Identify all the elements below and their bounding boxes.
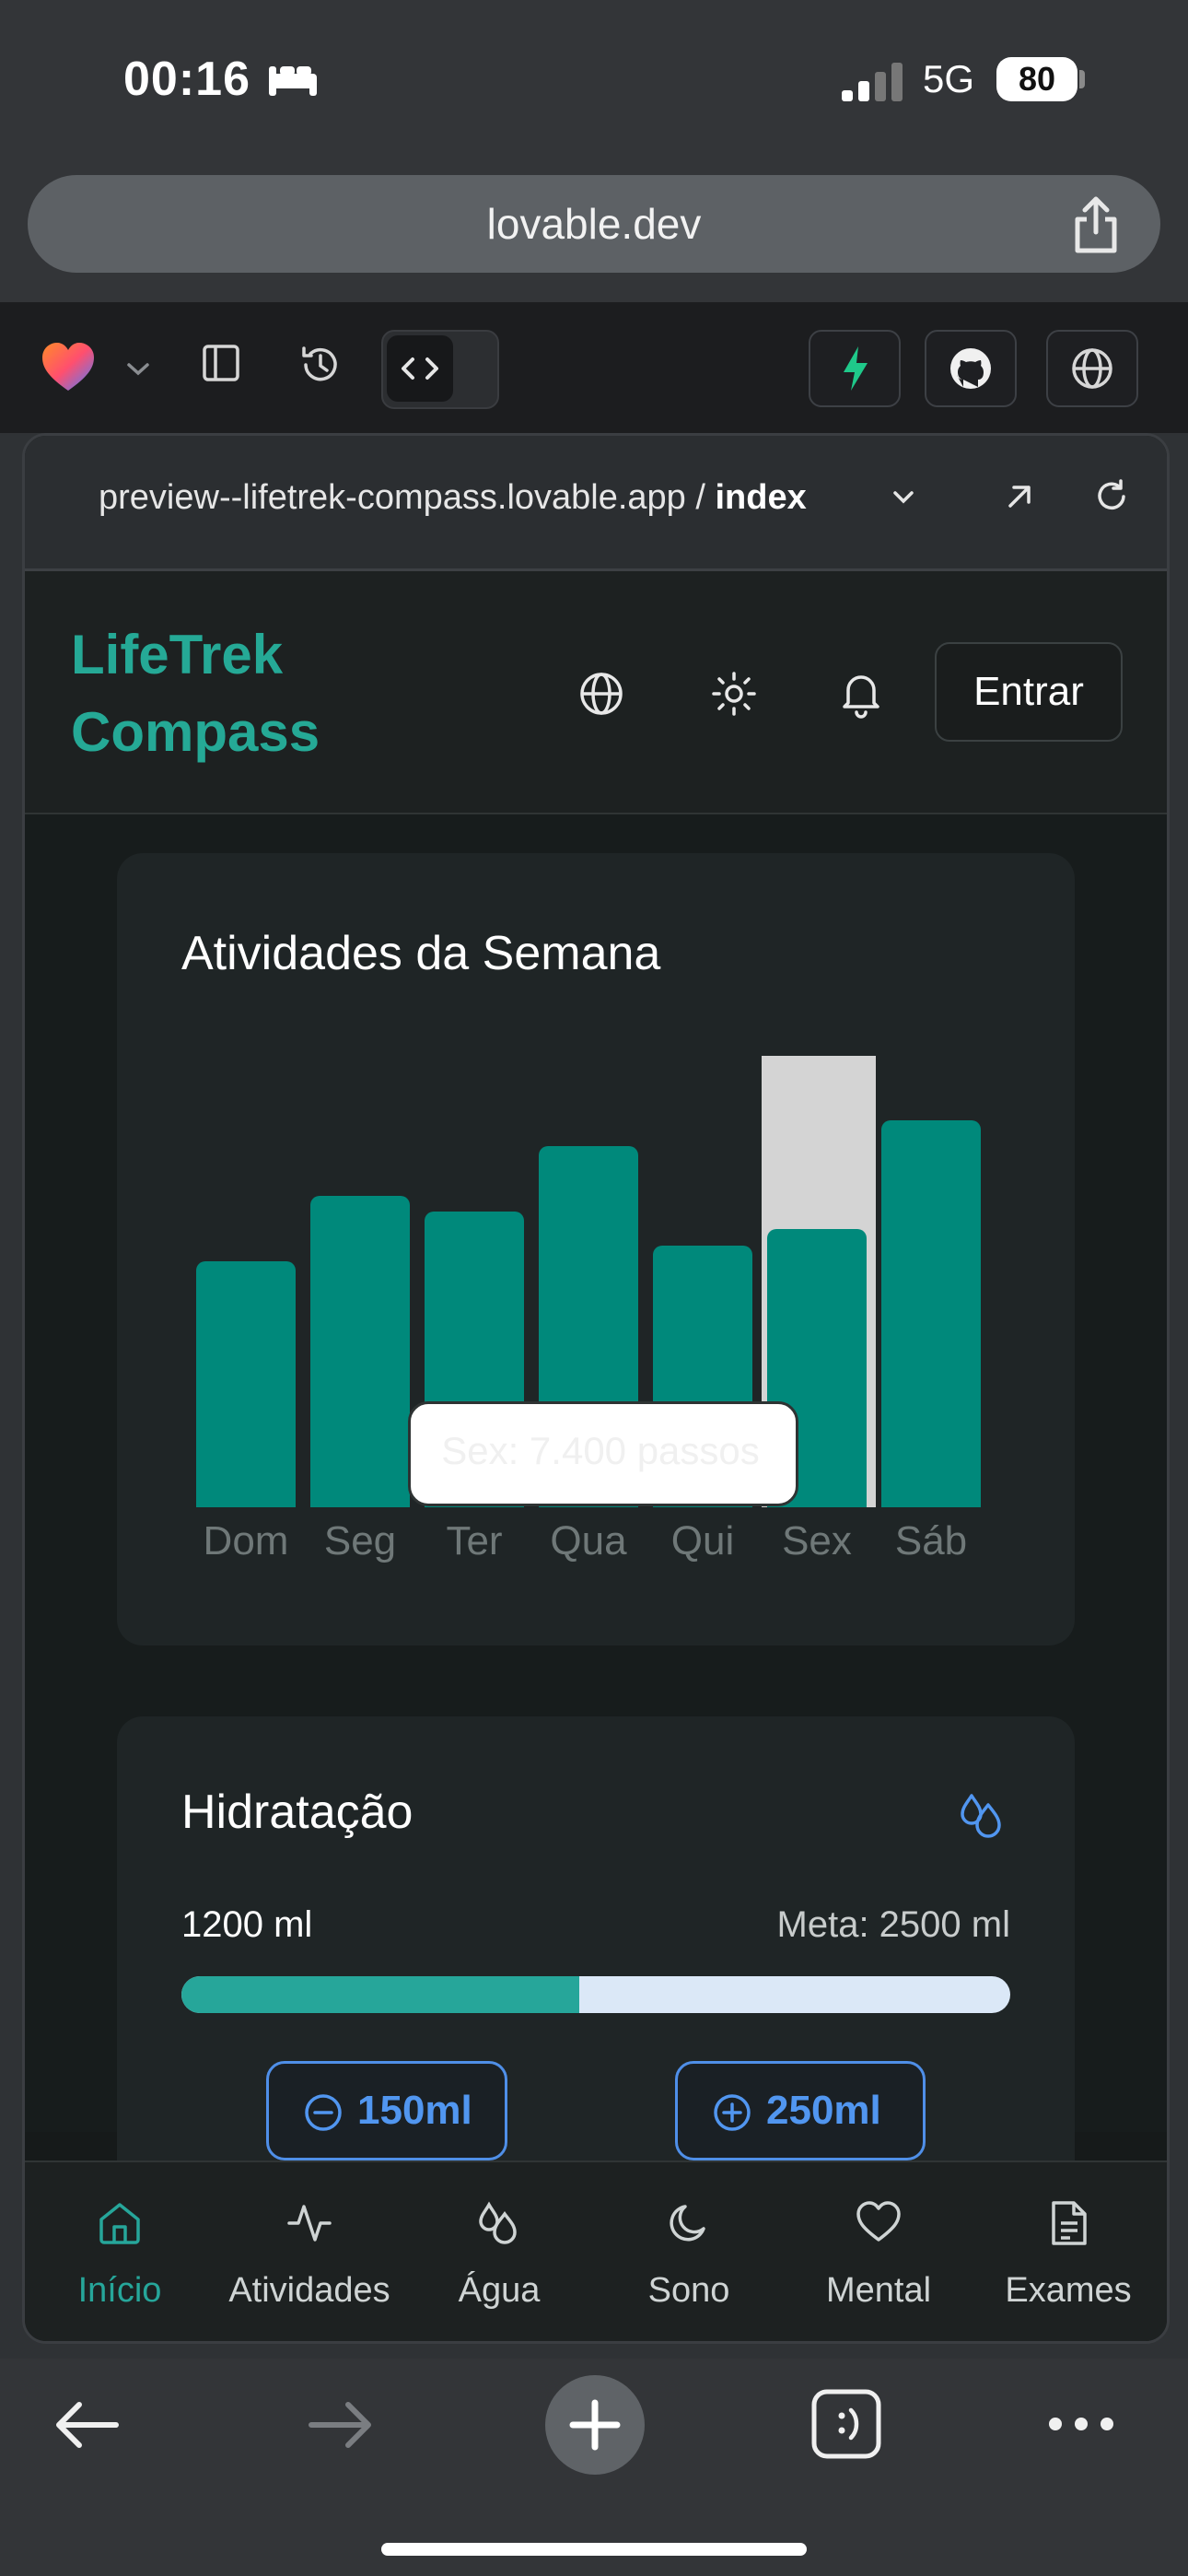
nav-label-atividades: Atividades [228,2271,390,2310]
bed-icon [267,61,319,98]
signal-icon [840,63,904,103]
tabs-icon[interactable] [810,2388,882,2460]
file-text-icon [1044,2199,1092,2247]
remove-water-button[interactable]: 150ml [266,2061,507,2160]
status-time: 00:16 [123,53,250,106]
more-options-icon[interactable] [1046,2410,1116,2438]
x-tick-label: Qui [670,1518,735,1563]
x-tick-label: Qua [550,1518,627,1563]
moon-icon [665,2199,713,2247]
forward-arrow-icon[interactable] [306,2395,376,2454]
nav-item-inicio[interactable]: Início [25,2162,215,2341]
nav-label-mental: Mental [825,2271,932,2310]
nav-label-agua: Água [458,2271,541,2310]
lovable-logo-icon[interactable] [41,341,96,392]
battery-icon: 80 [996,57,1077,101]
nav-item-agua[interactable]: Água [404,2162,594,2341]
nav-item-sono[interactable]: Sono [594,2162,784,2341]
code-icon[interactable] [387,335,453,402]
new-tab-button[interactable] [545,2375,645,2475]
back-arrow-icon[interactable] [52,2395,122,2454]
hydration-title: Hidratação [181,1786,413,1839]
x-tick-label: Sáb [894,1518,968,1563]
remove-water-label: 150ml [357,2088,472,2133]
globe-button[interactable] [1046,330,1138,407]
minus-circle-icon [304,2093,343,2132]
add-water-button[interactable]: 250ml [675,2061,926,2160]
bar-1[interactable] [310,1195,410,1507]
history-icon[interactable] [298,343,343,387]
chevron-down-icon[interactable] [125,359,151,378]
preview-frame: preview--lifetrek-compass.lovable.app / … [22,433,1170,2344]
battery-tip [1079,70,1085,88]
hydration-progress-fill [181,1976,579,2013]
x-tick-label: Dom [203,1518,289,1563]
sidebar-icon[interactable] [201,343,241,383]
hydration-goal: Meta: 2500 ml [776,1904,1010,1945]
bar-6[interactable] [881,1119,981,1507]
add-water-label: 250ml [766,2088,881,2133]
github-button[interactable] [925,330,1017,407]
nav-label-inicio: Início [77,2271,162,2310]
hydration-current: 1200 ml [181,1904,313,1945]
nav-item-mental[interactable]: Mental [784,2162,973,2341]
nav-label-sono: Sono [647,2271,730,2310]
plus-circle-icon [713,2093,751,2132]
nav-item-exames[interactable]: Exames [973,2162,1163,2341]
activity-icon [285,2199,333,2247]
x-tick-label: Ter [446,1518,503,1563]
x-tick-label: Seg [323,1518,397,1563]
bar-0[interactable] [196,1260,296,1507]
droplets-icon [475,2199,523,2247]
droplets-icon [955,1786,1010,1842]
network-type: 5G [923,57,975,100]
share-icon[interactable] [1070,195,1122,254]
nav-label-exames: Exames [1005,2271,1132,2310]
chart-tooltip-text: Sex: 7.400 passos [441,1429,760,1472]
x-tick-label: Sex [782,1518,852,1563]
publish-button[interactable] [809,330,901,407]
heart-icon [855,2199,903,2247]
bottom-nav: Início Atividades Água Sono Mental Exame… [25,2160,1167,2341]
home-indicator [381,2543,807,2556]
nav-item-atividades[interactable]: Atividades [215,2162,404,2341]
url-text[interactable]: lovable.dev [28,175,1160,273]
home-icon [96,2199,144,2247]
